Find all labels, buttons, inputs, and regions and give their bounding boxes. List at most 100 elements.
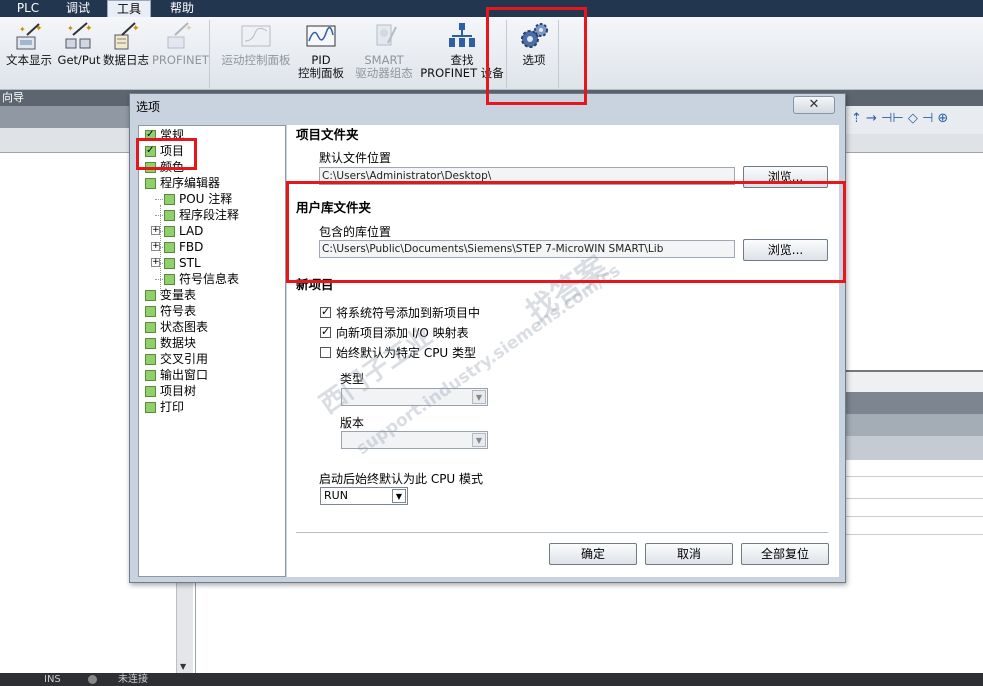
smart-drive-label1: SMART xyxy=(364,53,404,67)
tree-node-label: POU 注释 xyxy=(179,192,233,206)
tree-node[interactable]: 项目树 xyxy=(145,383,279,399)
tree-node[interactable]: + LAD xyxy=(151,223,279,239)
menu-debug[interactable]: 调试 xyxy=(56,0,100,17)
background-pane-header2 xyxy=(845,414,983,436)
tree-node[interactable]: 状态图表 xyxy=(145,319,279,335)
menu-help[interactable]: 帮助 xyxy=(160,0,204,17)
data-log-wand-icon: ✦ xyxy=(114,22,140,50)
project-folder-heading: 项目文件夹 xyxy=(296,127,359,142)
close-icon[interactable]: ✕ xyxy=(809,97,820,112)
tree-node[interactable]: 符号表 xyxy=(145,303,279,319)
tree-node-checkbox-icon xyxy=(145,338,156,349)
tree-node[interactable]: 交叉引用 xyxy=(145,351,279,367)
checkbox-box[interactable] xyxy=(320,347,331,358)
tree-connector xyxy=(155,215,163,216)
tree-node-checkbox-icon xyxy=(164,274,175,285)
status-ins: INS xyxy=(44,674,61,685)
dropdown-arrow-icon[interactable]: ▼ xyxy=(472,390,486,404)
connection-indicator-icon xyxy=(88,675,97,684)
pid-panel-button[interactable]: PID 控制面板 xyxy=(294,21,348,80)
tree-node-label: 符号表 xyxy=(160,304,197,318)
tree-node-checkbox-icon xyxy=(145,178,156,189)
tree-node-label: 状态图表 xyxy=(160,320,209,334)
add-io-map-checkbox[interactable]: 向新项目添加 I/O 映射表 xyxy=(320,324,620,341)
checkbox-box[interactable] xyxy=(320,324,331,340)
divider xyxy=(296,532,828,533)
tree-node[interactable]: 输出窗口 xyxy=(145,367,279,383)
text-display-button[interactable]: ✦ ✦ 文本显示 xyxy=(2,21,56,67)
get-put-wand-icon: ✦✦ xyxy=(65,22,93,49)
expand-icon[interactable]: + xyxy=(151,258,160,267)
dialog-close-button[interactable]: ✕ xyxy=(793,96,835,114)
cancel-button[interactable]: 取消 xyxy=(645,543,733,565)
pid-panel-label1: PID xyxy=(311,53,331,67)
cpu-mode-select[interactable]: RUN ▼ xyxy=(320,487,408,505)
smart-drive-label2: 驱动器组态 xyxy=(355,66,413,80)
expand-icon[interactable]: + xyxy=(151,226,160,235)
motion-panel-button[interactable]: 运动控制面板 xyxy=(218,21,294,67)
get-put-label: Get/Put xyxy=(57,53,101,67)
add-system-symbols-label: 将系统符号添加到新项目中 xyxy=(336,306,481,320)
dropdown-arrow-icon[interactable]: ▼ xyxy=(472,433,486,447)
text-display-label: 文本显示 xyxy=(6,53,52,67)
smart-drive-button[interactable]: SMART 驱动器组态 xyxy=(348,21,420,80)
wizard-subbar-label: 向导 xyxy=(2,91,24,104)
tree-connector xyxy=(155,279,163,280)
smart-drive-icon xyxy=(376,24,397,46)
tree-node-label: FBD xyxy=(179,240,204,254)
profinet-wand-icon: ✦ xyxy=(167,22,193,49)
find-profinet-label1: 查找 xyxy=(450,53,474,67)
tree-node[interactable]: 程序编辑器 xyxy=(145,175,279,191)
tree-node[interactable]: 打印 xyxy=(145,399,279,415)
background-pane-header3 xyxy=(845,436,983,460)
ok-button[interactable]: 确定 xyxy=(549,543,637,565)
tree-node-checkbox-icon xyxy=(145,290,156,301)
default-location-label: 默认文件位置 xyxy=(319,151,392,165)
reset-all-button[interactable]: 全部复位 xyxy=(741,543,829,565)
background-editor-toolbar: ⇡ → ⊣⊢ ◇ ⊣ ⊕ xyxy=(845,106,983,134)
tree-node-label: STL xyxy=(179,256,201,270)
svg-text:✦: ✦ xyxy=(19,25,26,34)
tree-node[interactable]: POU 注释 xyxy=(155,191,279,207)
get-put-button[interactable]: ✦ ✦ Get/Put xyxy=(57,21,101,67)
tree-node-checkbox-icon xyxy=(164,242,175,253)
menu-tools[interactable]: 工具 xyxy=(107,0,151,17)
pid-panel-icon xyxy=(306,25,336,47)
profinet-button[interactable]: ✦ PROFINET xyxy=(152,21,209,67)
tree-node-checkbox-icon xyxy=(164,258,175,269)
expand-icon[interactable]: + xyxy=(151,242,160,251)
tree-connector xyxy=(160,205,161,295)
svg-text:✦: ✦ xyxy=(67,24,74,33)
tree-node-checkbox-icon xyxy=(164,194,175,205)
status-connection: 未连接 xyxy=(118,674,148,685)
tree-node-label: 符号信息表 xyxy=(179,272,240,286)
tree-node-checkbox-icon xyxy=(145,370,156,381)
tree-node-label: 打印 xyxy=(160,400,185,414)
options-dialog: 选项 ✕ 常规项目颜色程序编辑器POU 注释程序段注释+LAD+FBD+STL符… xyxy=(129,93,846,583)
tree-node[interactable]: 变量表 xyxy=(145,287,279,303)
tree-node[interactable]: + STL xyxy=(151,255,279,271)
tree-node[interactable]: + FBD xyxy=(151,239,279,255)
svg-text:✦: ✦ xyxy=(85,24,93,34)
options-tree: 常规项目颜色程序编辑器POU 注释程序段注释+LAD+FBD+STL符号信息表变… xyxy=(138,125,286,577)
checkbox-box[interactable] xyxy=(320,304,331,320)
dropdown-arrow-icon[interactable]: ▼ xyxy=(392,489,406,503)
text-display-wand-icon: ✦✦ xyxy=(16,23,43,50)
highlight-project-node xyxy=(136,138,197,170)
tree-node[interactable]: 符号信息表 xyxy=(155,271,279,287)
background-pane-header xyxy=(845,392,983,414)
cpu-mode-value: RUN xyxy=(324,489,348,502)
scroll-down-icon[interactable]: ▼ xyxy=(180,662,186,671)
tree-node-label: 程序编辑器 xyxy=(160,176,221,190)
tree-node-label: 输出窗口 xyxy=(160,368,209,382)
find-profinet-icon xyxy=(449,23,475,47)
tree-node-label: 程序段注释 xyxy=(179,208,240,222)
project-tree-scrollbar[interactable]: ▼ xyxy=(176,575,193,673)
tree-node[interactable]: 数据块 xyxy=(145,335,279,351)
tree-node[interactable]: 程序段注释 xyxy=(155,207,279,223)
editor-toolbar-glyphs-icon: ⇡ → ⊣⊢ ◇ ⊣ ⊕ xyxy=(851,111,949,126)
tree-node-checkbox-icon xyxy=(145,306,156,317)
data-log-button[interactable]: ✦ 数据日志 xyxy=(101,21,151,67)
tree-node-checkbox-icon xyxy=(145,354,156,365)
menu-plc[interactable]: PLC xyxy=(8,0,48,17)
